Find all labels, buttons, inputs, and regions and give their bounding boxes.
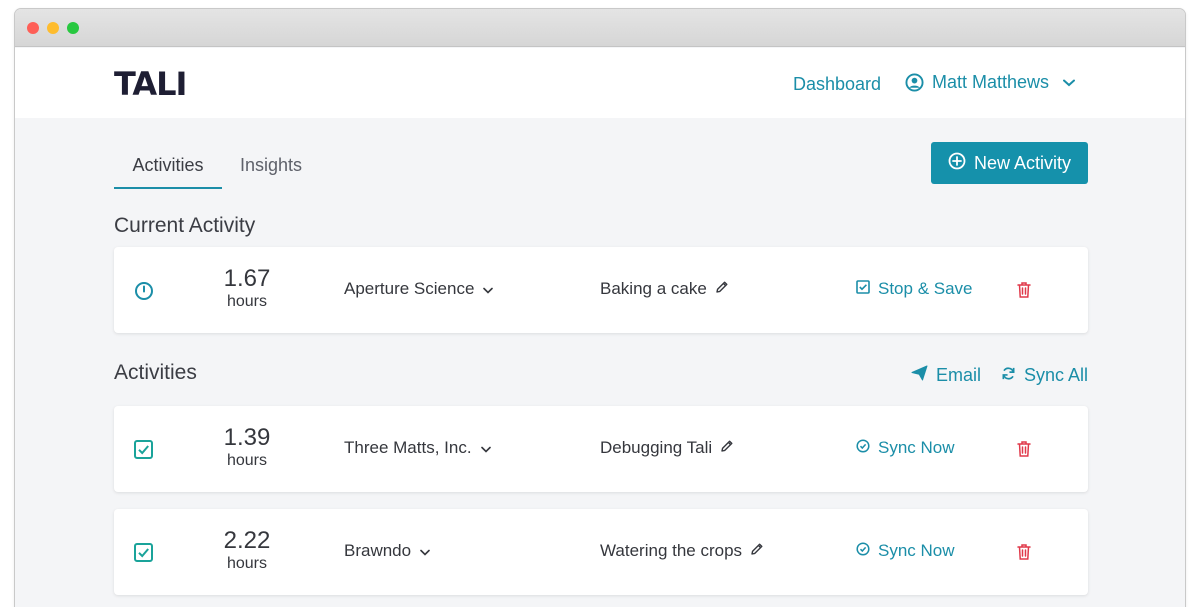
duration-unit: hours — [226, 293, 268, 310]
sync-all-button[interactable]: Sync All — [1001, 365, 1088, 386]
checkbox-checked-icon — [856, 279, 870, 299]
trash-icon[interactable] — [1016, 440, 1034, 458]
activity-duration: 2.22 hours — [204, 527, 290, 573]
pencil-icon[interactable] — [750, 541, 764, 561]
chevron-down-icon — [483, 279, 494, 299]
browser-window: TALI Dashboard Matt Matthews Activities … — [14, 8, 1186, 607]
maximize-window-button[interactable] — [67, 22, 79, 34]
trash-icon[interactable] — [1016, 543, 1034, 561]
email-button[interactable]: Email — [911, 365, 981, 386]
sync-all-label: Sync All — [1023, 365, 1088, 385]
activity-description[interactable]: Watering the crops — [600, 541, 764, 561]
stop-save-button[interactable]: Stop & Save — [856, 279, 973, 299]
current-activity-card: 1.67 hours Aperture Science Baking a cak… — [114, 247, 1088, 333]
stop-save-label: Stop & Save — [878, 279, 973, 298]
check-circle-icon — [856, 438, 870, 458]
activities-heading: Activities — [114, 361, 197, 384]
sync-now-label: Sync Now — [878, 541, 955, 560]
plus-circle-icon — [948, 152, 966, 175]
trash-icon[interactable] — [1016, 281, 1034, 299]
duration-unit: hours — [226, 555, 268, 572]
pencil-icon[interactable] — [715, 279, 729, 299]
user-name: Matt Matthews — [932, 72, 1050, 92]
client-name: Three Matts, Inc. — [344, 438, 472, 457]
window-titlebar — [15, 9, 1185, 47]
dashboard-link[interactable]: Dashboard — [793, 74, 881, 95]
sync-now-button[interactable]: Sync Now — [856, 438, 955, 458]
duration-value: 2.22 — [223, 527, 271, 554]
activities-actions: Email Sync All — [911, 365, 1088, 386]
activity-description[interactable]: Baking a cake — [600, 279, 729, 299]
check-circle-icon — [856, 541, 870, 561]
user-circle-icon — [905, 73, 924, 92]
chevron-down-icon — [480, 438, 491, 458]
minimize-window-button[interactable] — [47, 22, 59, 34]
tab-activities[interactable]: Activities — [114, 149, 222, 189]
app-header: TALI Dashboard Matt Matthews — [15, 48, 1185, 118]
checkbox-checked-icon[interactable] — [134, 440, 154, 460]
client-select[interactable]: Brawndo — [344, 541, 430, 561]
pencil-icon[interactable] — [720, 438, 734, 458]
refresh-icon — [1001, 365, 1016, 386]
duration-unit: hours — [226, 452, 268, 469]
duration-value: 1.39 — [223, 424, 271, 451]
activity-description[interactable]: Debugging Tali — [600, 438, 734, 458]
close-window-button[interactable] — [27, 22, 39, 34]
email-label: Email — [935, 365, 981, 385]
activity-card: 1.39 hours Three Matts, Inc. Debugging T… — [114, 406, 1088, 492]
sync-now-button[interactable]: Sync Now — [856, 541, 955, 561]
new-activity-label: New Activity — [973, 152, 1072, 173]
checkbox-checked-icon[interactable] — [134, 543, 154, 563]
activity-duration: 1.67 hours — [204, 265, 290, 311]
user-menu[interactable]: Matt Matthews — [905, 72, 1076, 93]
chevron-down-icon — [420, 541, 430, 561]
client-name: Aperture Science — [344, 279, 475, 298]
current-activity-heading: Current Activity — [114, 214, 256, 237]
description-text: Baking a cake — [600, 279, 707, 298]
paper-plane-icon — [911, 365, 928, 386]
sync-now-label: Sync Now — [878, 438, 955, 457]
description-text: Watering the crops — [600, 541, 743, 560]
client-name: Brawndo — [344, 541, 412, 560]
client-select[interactable]: Aperture Science — [344, 279, 494, 299]
tab-insights[interactable]: Insights — [230, 149, 312, 189]
clock-icon — [134, 281, 154, 301]
chevron-down-icon — [1063, 79, 1076, 87]
app-logo[interactable]: TALI — [114, 68, 187, 100]
activity-card: 2.22 hours Brawndo Watering the crops Sy… — [114, 509, 1088, 595]
new-activity-button[interactable]: New Activity — [931, 142, 1088, 184]
activity-duration: 1.39 hours — [204, 424, 290, 470]
duration-value: 1.67 — [223, 265, 271, 292]
client-select[interactable]: Three Matts, Inc. — [344, 438, 491, 458]
description-text: Debugging Tali — [600, 438, 713, 457]
